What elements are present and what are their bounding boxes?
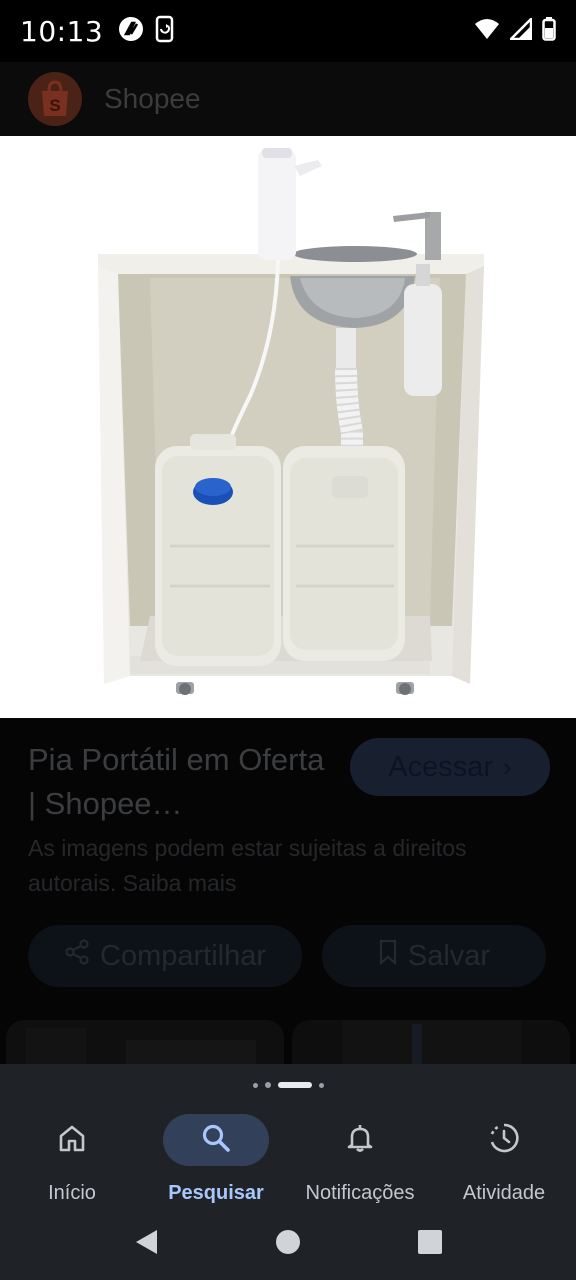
nav-label-home: Início bbox=[48, 1182, 96, 1204]
nav-item-activity[interactable]: Atividade bbox=[432, 1106, 576, 1208]
visit-button[interactable]: Acessar › bbox=[350, 738, 550, 796]
back-button[interactable] bbox=[75, 1228, 217, 1261]
nav-item-home[interactable]: Início bbox=[0, 1106, 144, 1208]
nav-label-notifications: Notificações bbox=[305, 1182, 415, 1204]
related-image-thumbnail[interactable] bbox=[6, 1020, 284, 1070]
copyright-disclaimer[interactable]: As imagens podem estar sujeitas a direit… bbox=[28, 831, 548, 901]
back-triangle-icon bbox=[133, 1228, 159, 1261]
phone-sync-icon bbox=[153, 15, 177, 48]
nav-item-search[interactable]: Pesquisar bbox=[144, 1106, 288, 1208]
chevron-right-icon: › bbox=[503, 751, 512, 782]
nav-label-activity: Atividade bbox=[462, 1182, 546, 1204]
status-indicators bbox=[474, 15, 556, 46]
nav-item-notifications[interactable]: Notificações bbox=[288, 1106, 432, 1208]
pager-dot bbox=[264, 1082, 271, 1088]
result-info-panel: Pia Portátil em Oferta | Shopee… Acessar… bbox=[0, 718, 576, 1070]
source-header[interactable]: S Shopee bbox=[0, 62, 576, 136]
image-pager bbox=[0, 1064, 576, 1106]
system-navigation-bar bbox=[0, 1208, 576, 1280]
nav-icon-container bbox=[451, 1114, 557, 1166]
status-time: 10:13 bbox=[20, 14, 104, 48]
pager-dot-active bbox=[277, 1082, 312, 1088]
save-button[interactable]: Salvar bbox=[322, 925, 546, 987]
home-circle-icon bbox=[275, 1229, 301, 1260]
status-bar: 10:13 bbox=[0, 0, 576, 62]
visit-button-label: Acessar bbox=[388, 750, 494, 783]
svg-text:S: S bbox=[49, 96, 60, 115]
nav-icon-container bbox=[163, 1114, 269, 1166]
source-name: Shopee bbox=[104, 83, 201, 114]
app-notification-icon bbox=[117, 15, 145, 48]
bookmark-icon bbox=[378, 939, 398, 973]
nav-label-search: Pesquisar bbox=[168, 1182, 264, 1204]
pager-dot bbox=[318, 1082, 324, 1088]
recents-square-icon bbox=[417, 1229, 443, 1260]
nav-icon-container bbox=[19, 1114, 125, 1166]
result-title[interactable]: Pia Portátil em Oferta | Shopee… bbox=[28, 738, 328, 826]
activity-icon bbox=[487, 1121, 521, 1160]
search-icon bbox=[200, 1122, 232, 1159]
share-icon bbox=[64, 939, 90, 973]
home-icon bbox=[56, 1122, 88, 1159]
signal-icon bbox=[507, 15, 533, 45]
home-system-button[interactable] bbox=[217, 1229, 359, 1260]
shopee-logo: S bbox=[28, 72, 82, 126]
share-button[interactable]: Compartilhar bbox=[28, 925, 302, 987]
pager-dot bbox=[252, 1082, 258, 1088]
recents-button[interactable] bbox=[359, 1229, 501, 1260]
nav-icon-container bbox=[307, 1114, 413, 1166]
share-button-label: Compartilhar bbox=[100, 939, 266, 972]
status-app-icons bbox=[117, 15, 177, 48]
bell-icon bbox=[344, 1122, 376, 1159]
related-image-thumbnail[interactable] bbox=[292, 1020, 570, 1070]
wifi-icon bbox=[474, 18, 500, 45]
bottom-navigation: Início Pesquisar Notificações Atividade bbox=[0, 1106, 576, 1208]
product-image[interactable] bbox=[0, 136, 576, 718]
save-button-label: Salvar bbox=[407, 939, 491, 972]
battery-icon bbox=[542, 16, 556, 46]
